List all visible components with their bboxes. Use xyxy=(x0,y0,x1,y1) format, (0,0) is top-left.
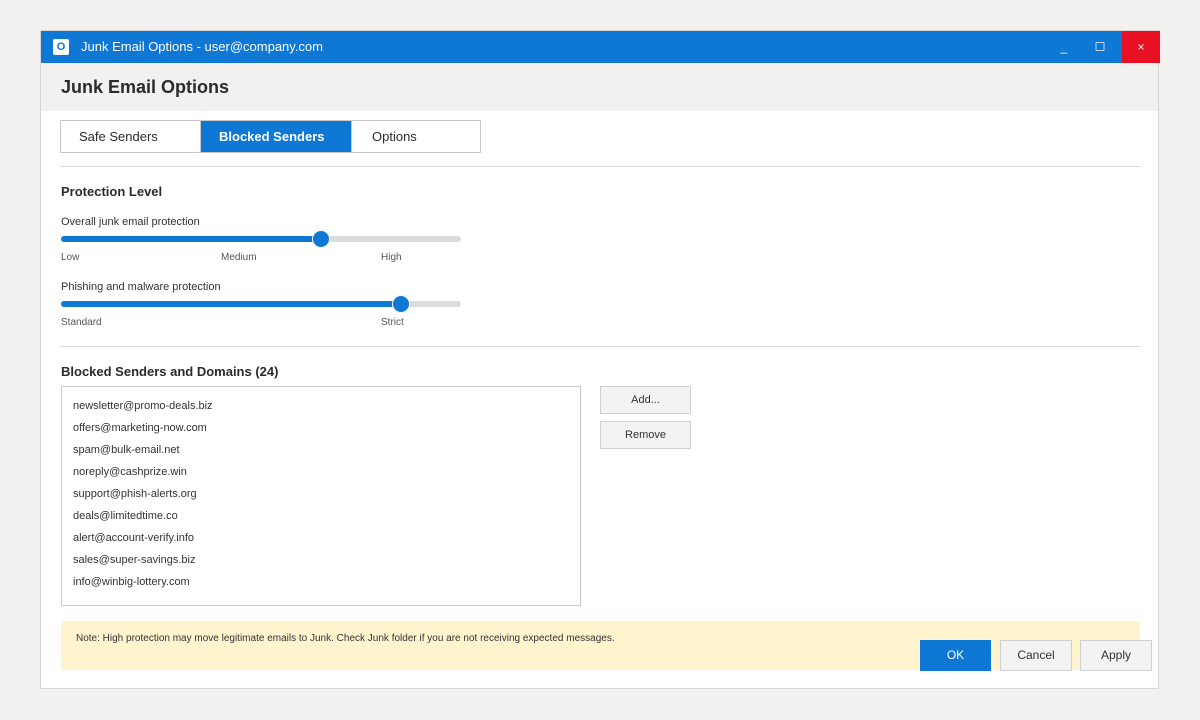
tab-safe-senders[interactable]: Safe Senders xyxy=(61,121,201,152)
list-item[interactable]: alert@account-verify.info xyxy=(62,527,580,549)
phishing-protection-slider[interactable] xyxy=(61,295,461,313)
ok-button[interactable]: OK xyxy=(920,640,991,671)
phishing-protection-label: Phishing and malware protection xyxy=(61,281,221,293)
cancel-button[interactable]: Cancel xyxy=(1000,640,1072,671)
list-item[interactable]: noreply@cashprize.win xyxy=(62,461,580,483)
blocked-senders-list[interactable]: newsletter@promo-deals.biz offers@marketi… xyxy=(61,386,581,606)
note-text: Note: High protection may move legitimat… xyxy=(76,633,615,644)
list-item[interactable]: deals@limitedtime.co xyxy=(62,505,580,527)
tick-medium: Medium xyxy=(221,252,257,263)
apply-button[interactable]: Apply xyxy=(1080,640,1152,671)
junk-email-options-window: O Junk Email Options - user@company.com … xyxy=(40,30,1160,689)
dialog-header: Junk Email Options xyxy=(41,63,1158,111)
window-title: Junk Email Options - user@company.com xyxy=(81,39,323,54)
list-item[interactable]: newsletter@promo-deals.biz xyxy=(62,395,580,417)
tick-strict: Strict xyxy=(381,317,404,328)
list-item[interactable]: spam@bulk-email.net xyxy=(62,439,580,461)
overall-protection-slider[interactable] xyxy=(61,230,461,248)
tab-bar: Safe Senders Blocked Senders Options xyxy=(60,120,481,153)
add-button[interactable]: Add... xyxy=(600,386,691,414)
tick-standard: Standard xyxy=(61,317,102,328)
slider-thumb[interactable] xyxy=(312,230,330,248)
divider xyxy=(60,346,1141,347)
divider xyxy=(60,166,1141,167)
outlook-app-icon: O xyxy=(53,39,69,55)
title-bar[interactable]: O Junk Email Options - user@company.com … xyxy=(41,31,1160,63)
slider-fill xyxy=(61,236,321,242)
maximize-button[interactable]: ☐ xyxy=(1081,31,1119,63)
list-item[interactable]: sales@super-savings.biz xyxy=(62,549,580,571)
blocked-senders-heading: Blocked Senders and Domains (24) xyxy=(61,364,279,379)
remove-button[interactable]: Remove xyxy=(600,421,691,449)
overall-protection-label: Overall junk email protection xyxy=(61,216,200,228)
protection-level-heading: Protection Level xyxy=(61,184,163,199)
tick-high: High xyxy=(381,252,402,263)
tab-options[interactable]: Options xyxy=(351,121,480,152)
page-title: Junk Email Options xyxy=(61,77,230,97)
tab-blocked-senders[interactable]: Blocked Senders xyxy=(201,121,351,152)
minimize-button[interactable]: _ xyxy=(1045,31,1083,63)
list-container: newsletter@promo-deals.biz offers@marketi… xyxy=(62,387,580,593)
list-item[interactable]: info@winbig-lottery.com xyxy=(62,571,580,593)
slider-thumb[interactable] xyxy=(392,295,410,313)
close-button[interactable]: × xyxy=(1122,31,1160,63)
list-item[interactable]: support@phish-alerts.org xyxy=(62,483,580,505)
slider-fill xyxy=(61,301,401,307)
tick-low: Low xyxy=(61,252,80,263)
list-item[interactable]: offers@marketing-now.com xyxy=(62,417,580,439)
